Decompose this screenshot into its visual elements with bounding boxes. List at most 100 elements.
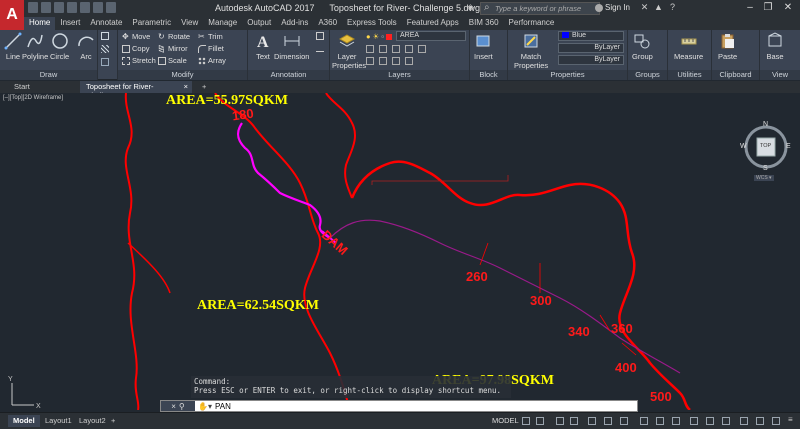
application-menu-button[interactable]: A <box>0 0 24 30</box>
ribbon-tab-output[interactable]: Output <box>242 17 276 30</box>
app-store-icon[interactable]: ✕ <box>640 3 649 12</box>
layers-panel-title[interactable]: Layers <box>330 70 469 80</box>
paste-button[interactable]: Paste <box>718 32 737 61</box>
polar-icon[interactable] <box>570 417 578 425</box>
open-icon[interactable] <box>41 2 51 13</box>
ribbon-tab-view[interactable]: View <box>176 17 203 30</box>
draw-panel-title[interactable]: Draw <box>0 70 97 80</box>
minimize-button[interactable]: – <box>742 1 758 15</box>
model-tab[interactable]: Model <box>8 415 40 427</box>
ortho-icon[interactable] <box>556 417 564 425</box>
insert-button[interactable]: Insert <box>474 32 493 61</box>
plot-icon[interactable] <box>80 2 90 13</box>
isodraft-icon[interactable] <box>588 417 596 425</box>
layer-dropdown[interactable]: AREA <box>396 31 466 41</box>
rectangle-button[interactable] <box>101 32 109 40</box>
polyline-button[interactable]: Polyline <box>22 32 48 61</box>
measure-button[interactable]: Measure <box>674 32 703 61</box>
lock-icon[interactable]: ▫ <box>381 32 384 41</box>
table-button[interactable] <box>316 32 324 40</box>
close-command-line-icon[interactable]: × <box>171 402 176 411</box>
layer-properties-button[interactable]: Layer Properties <box>332 32 366 70</box>
isolate-icon[interactable] <box>405 45 413 53</box>
object-snap-tracking-icon[interactable] <box>604 417 612 425</box>
grid-icon[interactable] <box>522 417 530 425</box>
model-space-toggle[interactable]: MODEL <box>492 416 519 425</box>
group-button[interactable]: Group <box>632 32 653 61</box>
wcs-menu[interactable]: WCS ▾ <box>754 175 774 181</box>
compass-west[interactable]: W <box>740 143 747 150</box>
ribbon-tab-add-ins[interactable]: Add-ins <box>276 17 313 30</box>
command-input[interactable]: PAN <box>212 402 231 411</box>
close-tab-icon[interactable]: × <box>184 82 188 91</box>
compass-south[interactable]: S <box>763 165 768 172</box>
customize-icon[interactable]: ⚲ <box>179 402 185 411</box>
match-properties-button[interactable]: Match Properties <box>514 32 548 70</box>
ribbon-tab-featured-apps[interactable]: Featured Apps <box>402 17 464 30</box>
color-dropdown[interactable]: Blue <box>558 31 624 41</box>
region-button[interactable] <box>101 58 109 66</box>
unlock-layer-icon[interactable] <box>405 57 413 65</box>
ribbon-tab-insert[interactable]: Insert <box>55 17 85 30</box>
make-current-icon[interactable] <box>366 45 374 53</box>
units-icon[interactable] <box>740 417 748 425</box>
scale-button[interactable]: Scale <box>158 56 187 65</box>
start-tab[interactable]: Start <box>8 81 78 93</box>
lineweight-dropdown[interactable]: ByLayer <box>558 43 624 53</box>
match-layer-icon[interactable] <box>379 45 387 53</box>
line-button[interactable]: Line <box>4 32 22 61</box>
undo-icon[interactable] <box>93 2 103 13</box>
binoculars-icon[interactable]: ◈ <box>466 3 475 12</box>
snap-icon[interactable] <box>536 417 544 425</box>
leader-button[interactable] <box>316 44 324 52</box>
transparency-icon[interactable] <box>656 417 664 425</box>
lineweight-icon[interactable] <box>640 417 648 425</box>
save-icon[interactable] <box>54 2 64 13</box>
base-button[interactable]: Base <box>766 32 784 61</box>
annotation-monitor-icon[interactable] <box>722 417 730 425</box>
block-panel-title[interactable]: Block <box>470 70 507 80</box>
drawing-file-tab[interactable]: Toposheet for River- Challenge 5*× <box>80 81 192 100</box>
circle-button[interactable]: Circle <box>50 32 69 61</box>
ribbon-tab-manage[interactable]: Manage <box>203 17 242 30</box>
close-button[interactable]: ✕ <box>780 1 796 15</box>
redo-icon[interactable] <box>106 2 116 13</box>
trim-button[interactable]: ✂ Trim <box>198 32 223 41</box>
viewcube[interactable]: TOP N S E W WCS ▾ <box>740 121 792 183</box>
search-input[interactable]: Type a keyword or phrase <box>480 2 600 15</box>
ribbon-tab-express-tools[interactable]: Express Tools <box>342 17 402 30</box>
properties-panel-title[interactable]: Properties <box>508 70 627 80</box>
lock-layer-icon[interactable] <box>392 57 400 65</box>
move-button[interactable]: ✥ Move <box>122 32 150 41</box>
stretch-button[interactable]: Stretch <box>122 56 156 65</box>
groups-panel-title[interactable]: Groups <box>628 70 667 80</box>
sign-in-link[interactable]: Sign In <box>605 3 630 12</box>
customization-menu-icon[interactable]: ≡ <box>788 415 796 424</box>
new-icon[interactable] <box>28 2 38 13</box>
compass-east[interactable]: E <box>786 143 791 150</box>
ribbon-tab-annotate[interactable]: Annotate <box>85 17 127 30</box>
ribbon-tab-bim-360[interactable]: BIM 360 <box>464 17 504 30</box>
layer-previous-icon[interactable] <box>392 45 400 53</box>
new-layout-button[interactable]: + <box>106 415 120 427</box>
object-snap-icon[interactable] <box>620 417 628 425</box>
arc-button[interactable]: Arc <box>77 32 95 61</box>
ribbon-tab-performance[interactable]: Performance <box>504 17 560 30</box>
mirror-button[interactable]: ⧎ Mirror <box>158 44 188 53</box>
array-button[interactable]: Array <box>198 56 226 65</box>
ribbon-tab-home[interactable]: Home <box>24 17 56 30</box>
linetype-dropdown[interactable]: ByLayer <box>558 55 624 65</box>
viewcube-top-face[interactable]: TOP <box>760 143 771 149</box>
new-tab-button[interactable]: + <box>196 81 210 93</box>
text-button[interactable]: A Text <box>254 32 272 61</box>
save-as-icon[interactable] <box>67 2 77 13</box>
workspace-icon[interactable] <box>706 417 714 425</box>
freeze-icon[interactable] <box>366 57 374 65</box>
modify-panel-title[interactable]: Modify <box>118 70 247 80</box>
utilities-panel-title[interactable]: Utilities <box>668 70 711 80</box>
copy-button[interactable]: Copy <box>122 44 150 53</box>
hatch-button[interactable] <box>101 45 109 53</box>
clean-screen-icon[interactable] <box>772 417 780 425</box>
unisolate-icon[interactable] <box>418 45 426 53</box>
sun-icon[interactable]: ☀ <box>373 32 380 41</box>
